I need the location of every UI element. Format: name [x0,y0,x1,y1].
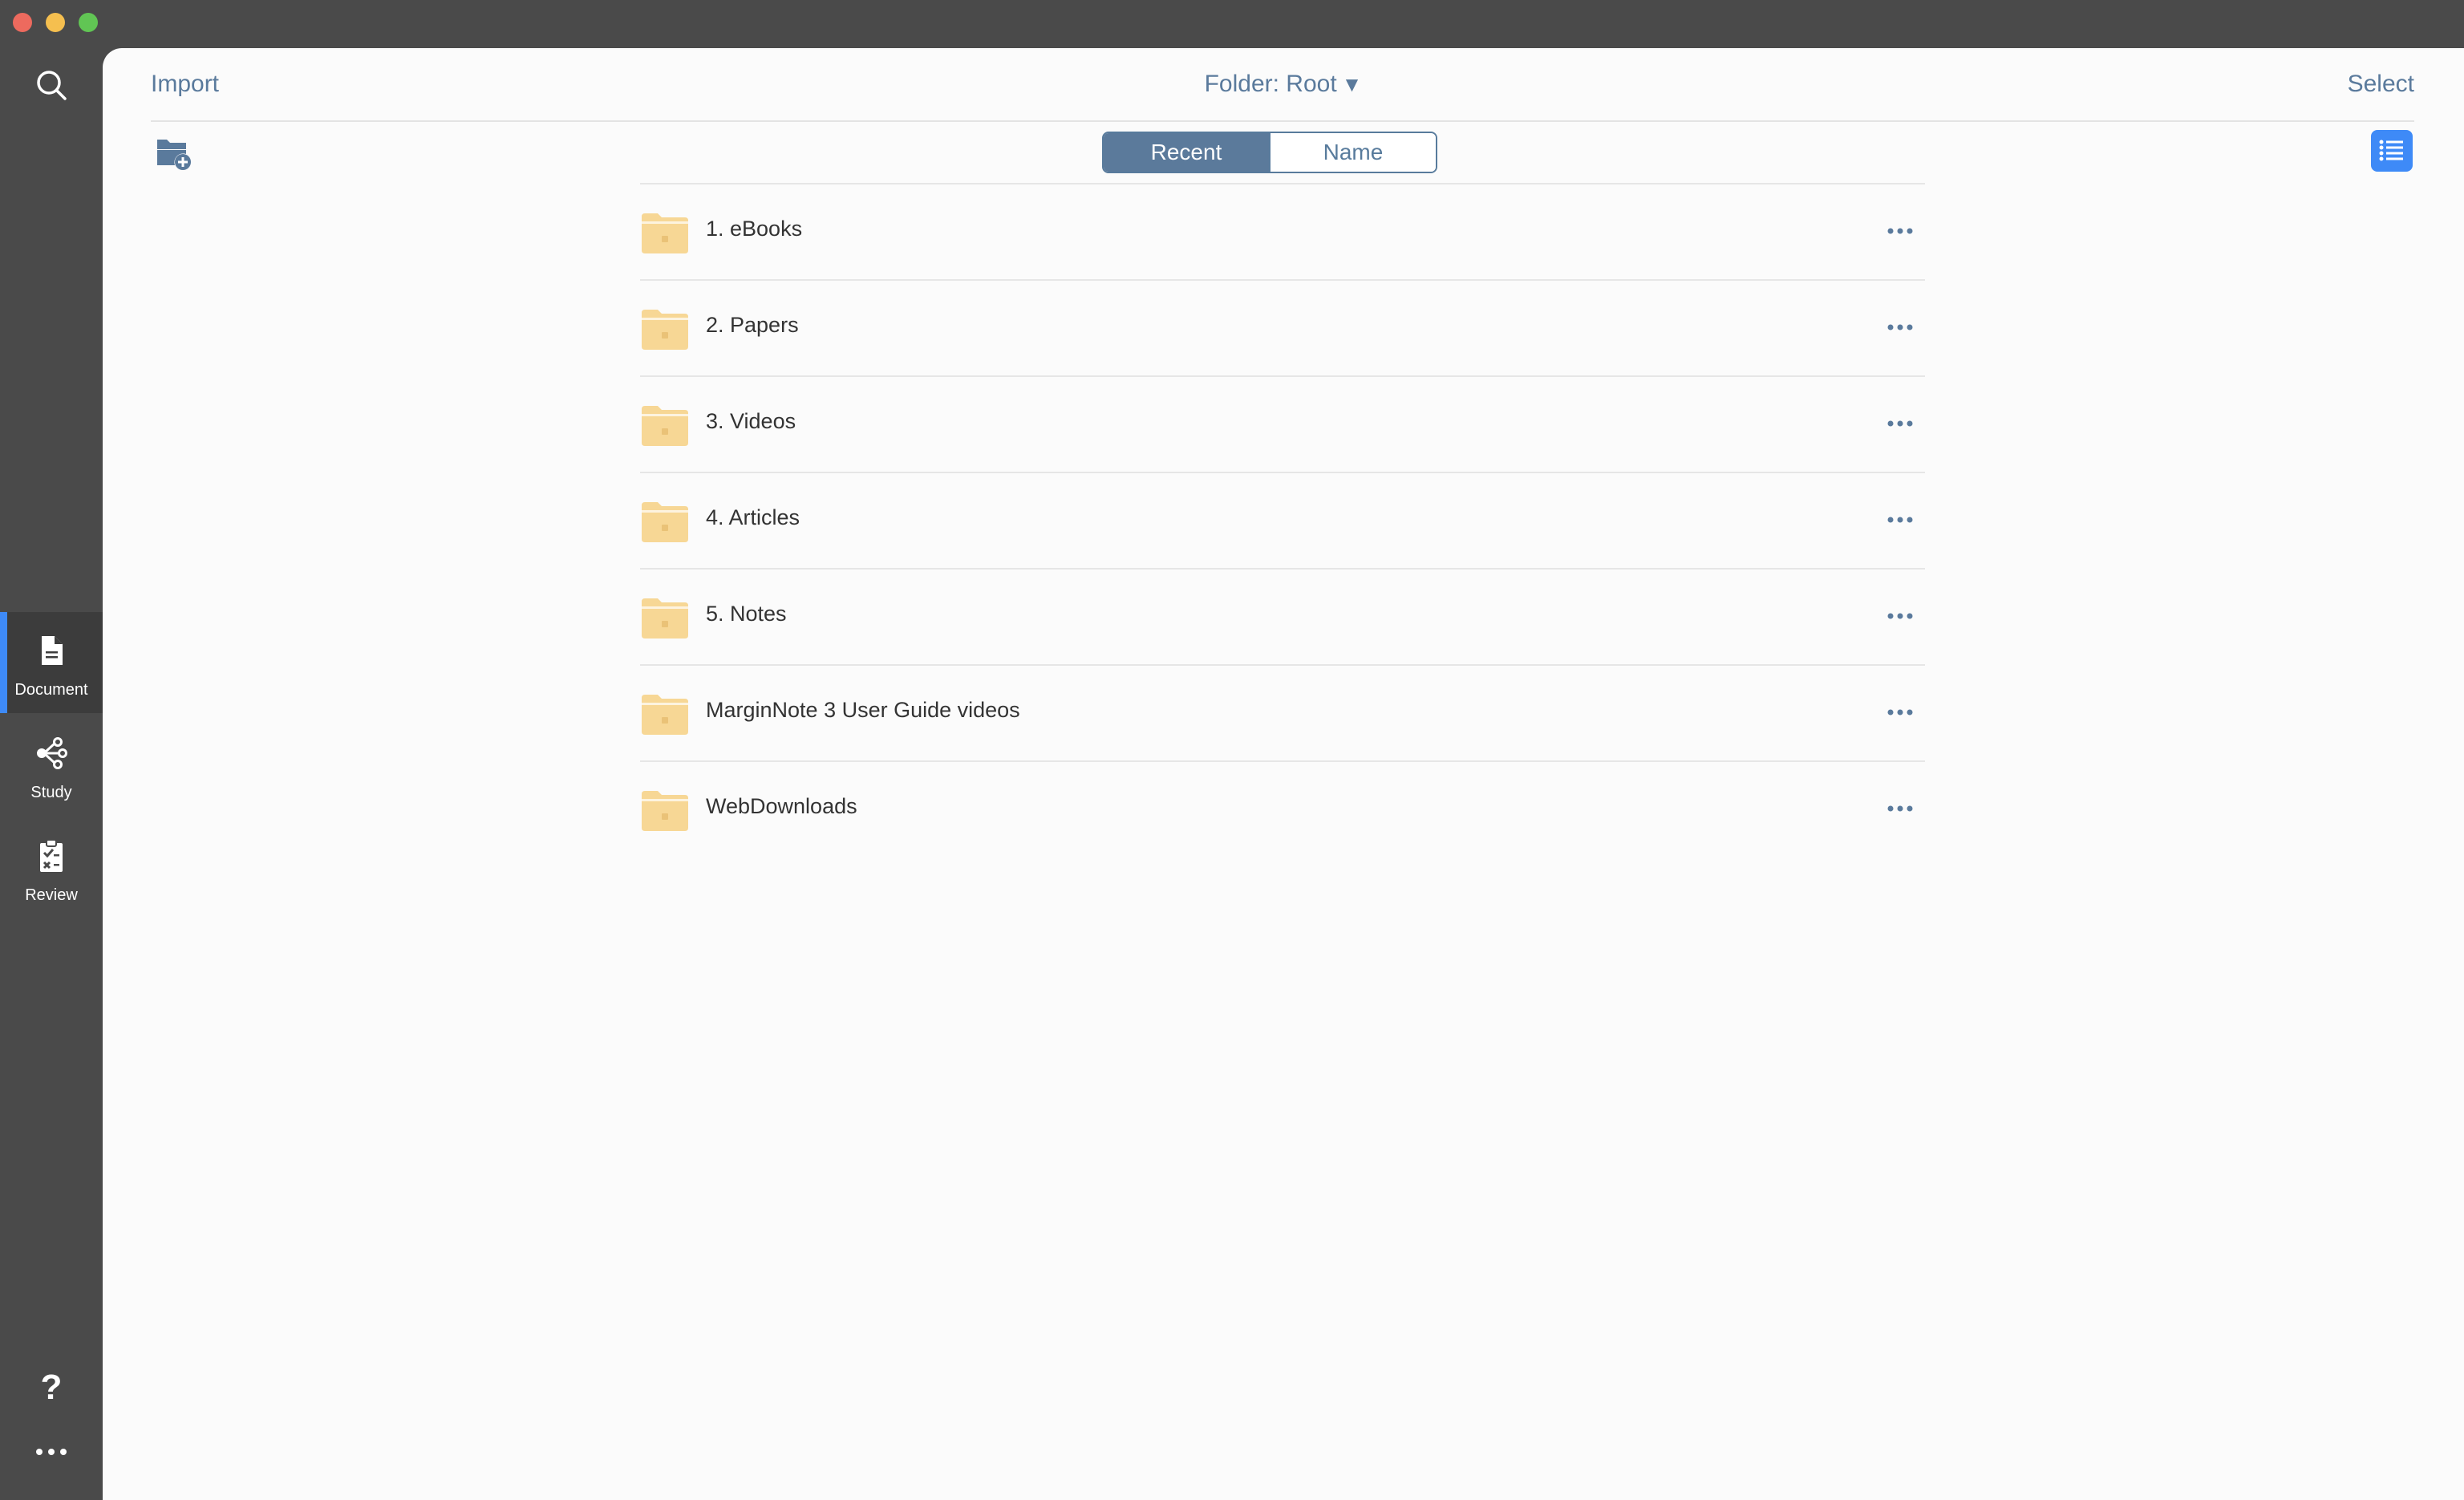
sidebar-item-document[interactable]: Document [0,612,103,713]
mindmap-icon [32,734,71,772]
sidebar: Document Study Review ? [0,48,103,1500]
minimize-window-button[interactable] [46,13,65,32]
sort-recent-tab[interactable]: Recent [1104,133,1269,172]
sort-name-tab[interactable]: Name [1269,133,1436,172]
chevron-down-icon: ▼ [1341,72,1363,96]
folder-selector-label: Folder: Root [1204,71,1337,97]
more-options-icon[interactable] [1886,225,1914,234]
folder-icon [640,306,690,351]
list-view-icon[interactable] [2371,130,2413,172]
folder-icon [640,210,690,255]
help-icon[interactable]: ? [32,1368,71,1407]
folder-row[interactable]: WebDownloads [640,760,1925,857]
folder-name: WebDownloads [706,794,857,818]
folder-name: 5. Notes [706,602,787,626]
folder-icon [640,403,690,448]
more-icon[interactable] [32,1444,71,1460]
folder-name: 3. Videos [706,409,796,433]
toolbar: Import Folder: Root ▼ Select [103,48,2464,120]
new-folder-icon[interactable] [156,135,192,172]
folder-row[interactable]: MarginNote 3 User Guide videos [640,664,1925,760]
select-button[interactable]: Select [2348,71,2414,98]
search-icon[interactable] [32,66,71,104]
folder-icon [640,691,690,736]
close-window-button[interactable] [13,13,32,32]
folder-name: 2. Papers [706,313,799,337]
document-icon [32,631,71,670]
folder-icon [640,499,690,544]
more-options-icon[interactable] [1886,417,1914,427]
clipboard-check-icon [32,837,71,875]
folder-row[interactable]: 3. Videos [640,375,1925,472]
sidebar-item-label: Document [14,681,88,699]
maximize-window-button[interactable] [79,13,98,32]
folder-name: 1. eBooks [706,217,803,241]
sidebar-item-label: Study [30,784,72,801]
more-options-icon[interactable] [1886,513,1914,523]
folder-list: 1. eBooks 2. Papers 3. Videos 4. Article… [640,183,1925,857]
document-library-panel: Import Folder: Root▼ Select Recent Name [103,48,2464,1500]
folder-row[interactable]: 2. Papers [640,279,1925,375]
sort-segmented-control: Recent Name [1102,132,1437,173]
folder-selector[interactable]: Folder: Root ▼ [103,71,2464,98]
folder-row[interactable]: 5. Notes [640,568,1925,664]
more-options-icon[interactable] [1886,321,1914,330]
folder-row[interactable]: 1. eBooks [640,183,1925,279]
folder-name: MarginNote 3 User Guide videos [706,698,1020,722]
folder-icon [640,788,690,833]
window-titlebar [0,0,2464,48]
sidebar-item-review[interactable]: Review [0,817,103,918]
divider [151,120,2414,122]
more-options-icon[interactable] [1886,610,1914,619]
sidebar-item-study[interactable]: Study [0,715,103,816]
folder-icon [640,595,690,640]
more-options-icon[interactable] [1886,706,1914,716]
more-options-icon[interactable] [1886,802,1914,812]
folder-row[interactable]: 4. Articles [640,472,1925,568]
sidebar-item-label: Review [25,886,78,904]
folder-name: 4. Articles [706,505,800,529]
